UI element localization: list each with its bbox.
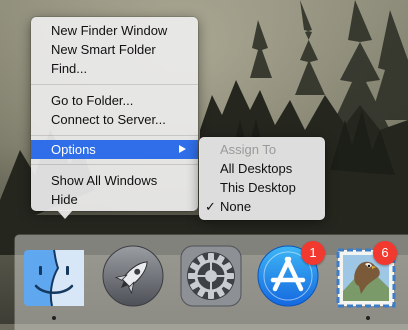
menu-item-hide[interactable]: Hide (31, 190, 198, 209)
app-store-badge: 1 (301, 241, 325, 265)
menu-item-new-finder-window[interactable]: New Finder Window (31, 21, 198, 40)
menu-item-go-to-folder[interactable]: Go to Folder... (31, 91, 198, 110)
submenu-arrow-icon (179, 145, 186, 153)
dock-item-system-preferences[interactable] (179, 244, 243, 308)
menu-item-options[interactable]: Options (31, 140, 198, 159)
menu-separator (31, 84, 198, 85)
mail-badge: 6 (373, 241, 397, 265)
finder-icon (24, 249, 84, 307)
menu-item-show-all-windows[interactable]: Show All Windows (31, 171, 198, 190)
launchpad-icon (102, 245, 164, 307)
submenu-item-all-desktops[interactable]: All Desktops (199, 159, 325, 178)
running-indicator (366, 316, 370, 320)
menu-item-new-smart-folder[interactable]: New Smart Folder (31, 40, 198, 59)
dock-item-finder[interactable] (22, 248, 86, 308)
submenu-item-none-label: None (220, 199, 252, 214)
dock-context-menu: New Finder Window New Smart Folder Find.… (31, 17, 198, 211)
dock-item-launchpad[interactable] (101, 244, 165, 308)
options-submenu: Assign To All Desktops This Desktop ✓ No… (199, 137, 325, 220)
submenu-header-assign-to: Assign To (220, 142, 277, 157)
submenu-item-this-desktop[interactable]: This Desktop (199, 178, 325, 197)
checkmark-icon: ✓ (205, 199, 216, 214)
menu-item-connect-to-server[interactable]: Connect to Server... (31, 110, 198, 129)
menu-pointer-caret (57, 210, 73, 219)
running-indicator (52, 316, 56, 320)
menu-separator (31, 135, 198, 136)
menu-item-find[interactable]: Find... (31, 59, 198, 78)
menu-separator (31, 164, 198, 165)
submenu-item-none[interactable]: ✓ None (199, 197, 325, 216)
menu-item-options-label: Options (51, 142, 96, 157)
system-preferences-icon (180, 245, 242, 307)
